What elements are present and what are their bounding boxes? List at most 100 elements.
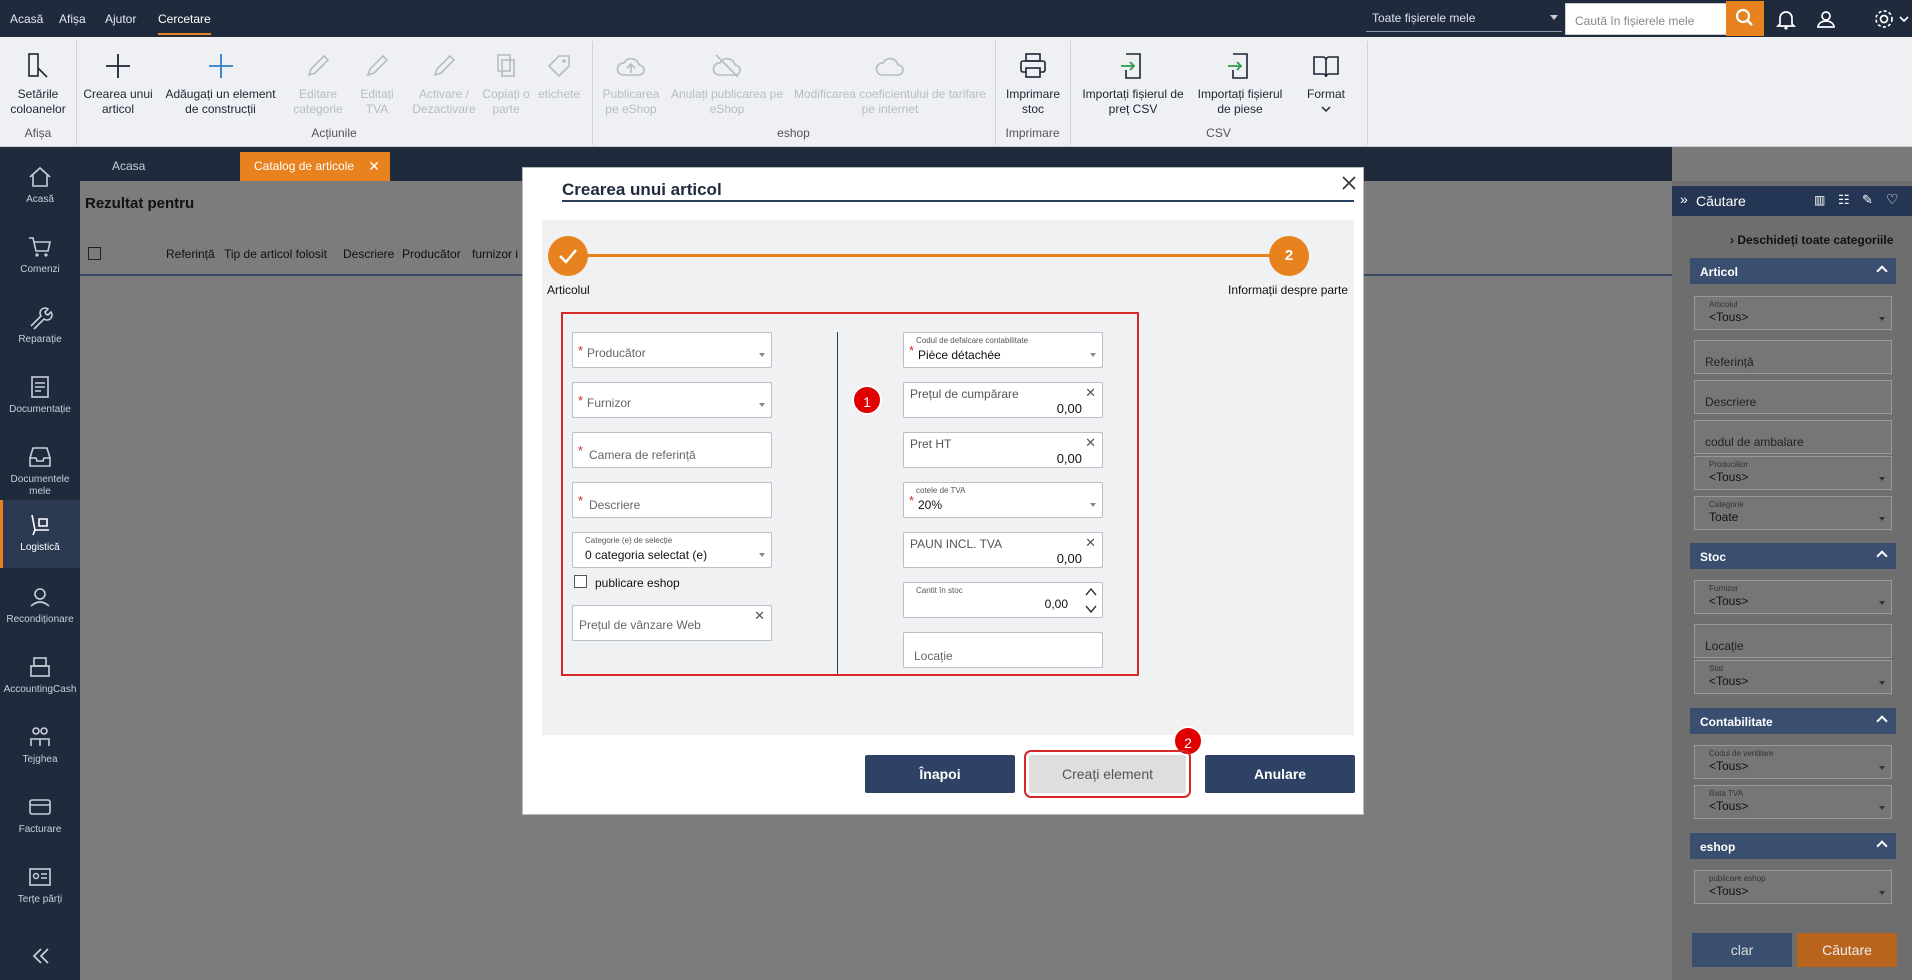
unpublish-eshop-button[interactable]: Anulați publicarea pe eShop (668, 37, 786, 125)
filter-referinta[interactable]: Referință (1694, 340, 1892, 374)
filter-codul-ventilare[interactable]: Codul de ventilare <Tous> (1694, 745, 1892, 779)
edit-vat-button[interactable]: Editați TVA (352, 37, 402, 125)
stock-quantity-stepper[interactable]: Cantit în stoc 0,00 (903, 582, 1103, 618)
producer-select[interactable]: * Producător (572, 332, 772, 368)
add-construction-element-button[interactable]: Adăugați un element de construcții (158, 37, 283, 125)
column-header[interactable]: Referință (166, 247, 215, 261)
filter-rata-tva[interactable]: Rata TVA <Tous> (1694, 785, 1892, 819)
collapse-icon[interactable] (30, 945, 52, 967)
close-icon[interactable] (1338, 172, 1360, 194)
chevron-up-icon[interactable] (1084, 585, 1098, 599)
supplier-select[interactable]: * Furnizor (572, 382, 772, 418)
user-icon[interactable] (1813, 6, 1839, 32)
section-eshop[interactable]: eshop (1690, 833, 1896, 859)
step-2-current: 2 (1269, 236, 1309, 276)
menu-acasa[interactable]: Acasă (10, 0, 43, 37)
chevron-down-icon (1879, 517, 1885, 521)
import-price-csv-button[interactable]: Importați fișierul de preț CSV (1076, 37, 1190, 125)
filter-publicare-eshop[interactable]: publicare eshop <Tous> (1694, 870, 1892, 904)
filter-codul-ambalare[interactable]: codul de ambalare (1694, 420, 1892, 454)
nav-item-reparatie[interactable]: Reparație (0, 292, 80, 360)
activate-deactivate-button[interactable]: Activare / Dezactivare (408, 37, 480, 125)
back-button[interactable]: Înapoi (865, 755, 1015, 793)
close-icon[interactable]: ✕ (368, 152, 380, 181)
copy-part-button[interactable]: Copiați o parte (482, 37, 530, 125)
heart-icon[interactable]: ♡ (1886, 191, 1899, 208)
column-settings-button[interactable]: Setările coloanelor (4, 37, 72, 125)
reference-input[interactable]: * Camera de referință (572, 432, 772, 468)
labels-button[interactable]: etichete (534, 37, 584, 125)
menu-cercetare[interactable]: Cercetare (158, 0, 211, 37)
vat-rate-select[interactable]: cotele de TVA * 20% (903, 482, 1103, 518)
clear-icon[interactable]: ✕ (1085, 435, 1096, 451)
gear-icon[interactable] (1871, 6, 1897, 32)
menu-afisa[interactable]: Afișa (59, 0, 86, 37)
category-select[interactable]: Categorie (e) de selecție 0 categoria sel… (572, 532, 772, 568)
clear-icon[interactable]: ✕ (754, 608, 765, 624)
bell-icon[interactable] (1773, 6, 1799, 32)
nav-item-documentatie[interactable]: Documentație (0, 362, 80, 430)
field-value: <Tous> (1709, 674, 1749, 688)
search-submit-button[interactable]: Căutare (1797, 933, 1897, 967)
nav-item-accountingcash[interactable]: AccountingCash (0, 642, 80, 710)
file-scope-select[interactable]: Toate fișierele mele (1366, 4, 1562, 32)
filter-descriere[interactable]: Descriere (1694, 380, 1892, 414)
chevron-down-icon[interactable] (1898, 13, 1910, 25)
cancel-button[interactable]: Anulare (1205, 755, 1355, 793)
section-contabilitate[interactable]: Contabilitate (1690, 708, 1896, 734)
menu-ajutor[interactable]: Ajutor (105, 0, 136, 37)
price-ht-input[interactable]: Pret HT 0,00 ✕ (903, 432, 1103, 468)
nav-item-comenzi[interactable]: Comenzi (0, 222, 80, 290)
filter-icon[interactable]: ☷ (1838, 192, 1850, 208)
filter-articol[interactable]: Articolul <Tous> (1694, 296, 1892, 330)
column-header[interactable]: Descriere (343, 247, 394, 261)
column-header[interactable]: Tip de articol folosit (224, 247, 327, 261)
print-stock-button[interactable]: Imprimare stoc (1000, 37, 1066, 125)
filter-categorie[interactable]: Categorie Toate (1694, 496, 1892, 530)
select-all-checkbox[interactable] (88, 247, 101, 260)
tab-acasa[interactable]: Acasa (80, 152, 240, 181)
nav-item-acasa[interactable]: Acasă (0, 152, 80, 220)
nav-item-logistica[interactable]: Logistică (0, 500, 80, 568)
double-chevron-right-icon[interactable]: » (1680, 191, 1688, 207)
filter-furnizor[interactable]: Furnizor <Tous> (1694, 580, 1892, 614)
nav-item-tejghea[interactable]: Tejghea (0, 712, 80, 780)
search-input[interactable]: Caută în fișierele mele (1565, 3, 1727, 35)
clear-button[interactable]: clar (1692, 933, 1792, 967)
filter-producator[interactable]: Producător <Tous> (1694, 456, 1892, 490)
purchase-price-input[interactable]: Prețul de cumpărare 0,00 ✕ (903, 382, 1103, 418)
column-header[interactable]: Producător (402, 247, 461, 261)
chevron-down-icon[interactable] (1084, 602, 1098, 616)
section-articol[interactable]: Articol (1690, 258, 1896, 284)
eshop-publish-checkbox[interactable] (574, 575, 587, 588)
filter-locatie[interactable]: Locație (1694, 624, 1892, 658)
open-all-categories[interactable]: › Deschideți toate categoriile (1730, 233, 1893, 247)
tab-catalog[interactable]: Catalog de articole ✕ (240, 152, 390, 181)
web-price-input[interactable]: Prețul de vânzare Web ✕ (572, 605, 772, 641)
pin-icon[interactable]: ✎ (1862, 192, 1873, 208)
edit-category-button[interactable]: Editare categorie (290, 37, 346, 125)
location-input[interactable]: Locație (903, 632, 1103, 668)
format-button[interactable]: Format (1292, 37, 1360, 125)
create-article-button[interactable]: Crearea unui articol (82, 37, 154, 125)
nav-item-facturare[interactable]: Facturare (0, 782, 80, 850)
import-parts-file-button[interactable]: Importați fișierul de piese (1192, 37, 1288, 125)
create-element-button[interactable]: Creați element (1024, 750, 1191, 798)
modify-pricing-coefficient-button[interactable]: Modificarea coeficientului de tarifare p… (790, 37, 990, 125)
clear-icon[interactable]: ✕ (1085, 535, 1096, 551)
column-header[interactable]: furnizor i (472, 247, 518, 261)
copy-part-label: Copiați o parte (482, 87, 530, 116)
filter-stat[interactable]: Stat <Tous> (1694, 660, 1892, 694)
clear-icon[interactable]: ✕ (1085, 385, 1096, 401)
chevron-up-icon (1876, 550, 1888, 562)
section-stoc[interactable]: Stoc (1690, 543, 1896, 569)
publish-eshop-button[interactable]: Publicarea pe eShop (598, 37, 664, 125)
nav-item-terte-parti[interactable]: Terțe părți (0, 852, 80, 920)
description-input[interactable]: * Descriere (572, 482, 772, 518)
nav-item-documentele-mele[interactable]: Documentele mele (0, 432, 80, 500)
search-button[interactable] (1726, 1, 1764, 36)
nav-item-reconditionare[interactable]: Recondiționare (0, 572, 80, 640)
accounting-code-select[interactable]: Codul de defalcare contabilitate * Pièce d… (903, 332, 1103, 368)
price-ttc-input[interactable]: PAUN INCL. TVA 0,00 ✕ (903, 532, 1103, 568)
barcode-icon[interactable]: ▥ (1814, 193, 1825, 207)
